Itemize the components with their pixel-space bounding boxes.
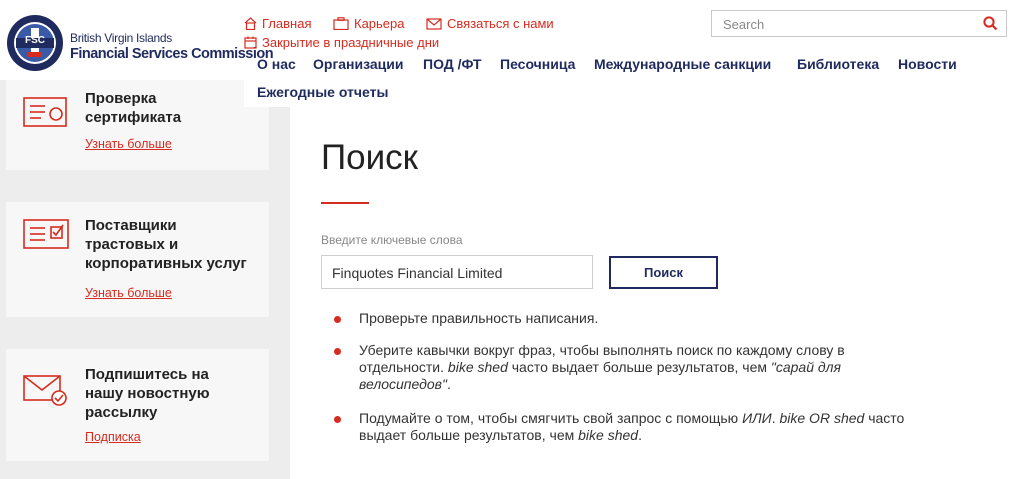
nav-sandbox[interactable]: Песочница [500,56,575,72]
learn-more-link[interactable]: Узнать больше [85,137,172,151]
keywords-label: Введите ключевые слова [321,233,463,247]
briefcase-icon [333,17,349,31]
page-title: Поиск [321,138,418,177]
learn-more-link[interactable]: Узнать больше [85,286,172,300]
keywords-input[interactable] [330,264,589,282]
subscribe-link[interactable]: Подписка [85,430,141,444]
search-icon[interactable] [983,16,998,36]
bullet [334,316,341,323]
calendar-icon [244,36,257,49]
bullet [334,348,341,355]
toplink-career[interactable]: Карьера [333,16,405,31]
home-icon [244,17,257,31]
mail-check-icon [23,373,69,412]
site-search [711,10,1007,37]
nav-sanctions[interactable]: Международные санкции [594,56,771,72]
fsc-logo[interactable]: FSC [6,14,64,72]
tip-text: Уберите кавычки вокруг фраз, чтобы выпол… [359,342,845,392]
nav-aml[interactable]: ПОД /ФТ [423,56,482,72]
tip-text: Подумайте о том, чтобы смягчить свой зап… [359,410,905,443]
toplink-home[interactable]: Главная [244,16,311,31]
keywords-field [321,255,593,289]
bullet [334,416,341,423]
title-underline [321,202,369,204]
nav-news[interactable]: Новости [898,56,957,72]
logo-text-line2: Financial Services Commission [70,46,274,62]
card-title: Проверка сертификата [85,90,182,126]
logo-text-line1: British Virgin Islands [70,31,172,45]
nav-about[interactable]: О нас [257,56,296,72]
search-button[interactable]: Поиск [609,256,718,289]
logo-badge-text: FSC [25,35,45,46]
toplink-contact[interactable]: Связаться с нами [426,16,554,31]
toplink-holidays[interactable]: Закрытие в праздничные дни [244,35,439,50]
card-newsletter: Подпишитесь на нашу новостную рассылку Под… [6,349,269,461]
nav-library[interactable]: Библиотека [797,56,879,72]
card-certificate-check: Проверка сертификата Узнать больше [6,80,269,170]
certificate-icon [23,94,67,133]
card-title: Подпишитесь на нашу новостную рассылку [85,366,210,421]
checklist-icon [23,216,69,255]
nav-organizations[interactable]: Организации [313,56,404,72]
nav-annual-reports[interactable]: Ежегодные отчеты [257,84,388,100]
card-trust-providers: Поставщики трастовых и корпоративных услуг… [6,202,269,317]
card-title: Поставщики трастовых и корпоративных услуг [85,217,247,272]
site-search-input[interactable] [721,16,975,33]
tip-text: Проверьте правильность написания. [359,310,599,326]
envelope-icon [426,18,442,30]
